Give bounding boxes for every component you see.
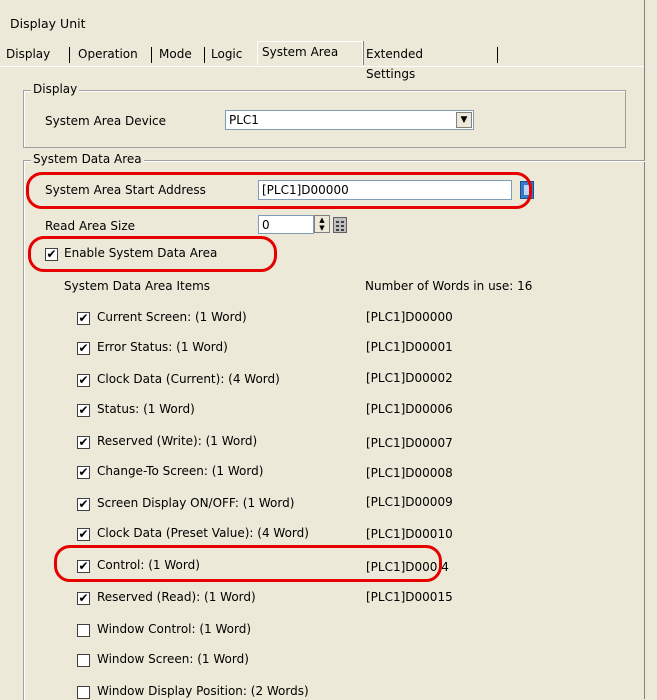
calculator-icon[interactable] [333, 217, 347, 233]
item-label: Reserved (Read): (1 Word) [97, 590, 256, 604]
item-checkbox-screen-display[interactable]: ✔ [77, 498, 90, 511]
read-area-size-input[interactable]: 0 [258, 215, 314, 234]
tab-logic[interactable]: Logic [207, 44, 246, 64]
tab-panel-top-edge [0, 66, 644, 67]
item-checkbox-window-display-position[interactable] [77, 686, 90, 699]
system-area-device-label: System Area Device [45, 114, 167, 128]
item-checkbox-control[interactable]: ✔ [77, 560, 90, 573]
item-address: [PLC1]D00008 [366, 466, 453, 480]
item-label: Window Screen: (1 Word) [97, 652, 249, 666]
tab-separator [151, 47, 152, 63]
item-checkbox-clock-data-preset[interactable]: ✔ [77, 528, 90, 541]
item-checkbox-clock-data-current[interactable]: ✔ [77, 374, 90, 387]
item-label: Window Display Position: (2 Words) [97, 684, 309, 698]
item-checkbox-change-to-screen[interactable]: ✔ [77, 466, 90, 479]
read-area-size-spinner[interactable]: ▲ ▼ [314, 215, 330, 233]
item-address: [PLC1]D00010 [366, 527, 453, 541]
item-address: [PLC1]D00009 [366, 495, 453, 509]
item-address: [PLC1]D00007 [366, 436, 453, 450]
start-address-label: System Area Start Address [45, 183, 206, 197]
system-data-area-group [23, 160, 645, 700]
item-label: Clock Data (Preset Value): (4 Word) [97, 526, 309, 540]
address-browse-icon[interactable] [520, 181, 534, 199]
item-label: Current Screen: (1 Word) [97, 310, 247, 324]
item-checkbox-status[interactable]: ✔ [77, 404, 90, 417]
item-address: [PLC1]D000 4 [366, 560, 449, 574]
tab-mode[interactable]: Mode [155, 44, 196, 64]
item-address: [PLC1]D00001 [366, 340, 453, 354]
spin-down-icon[interactable]: ▼ [315, 224, 329, 232]
item-checkbox-error-status[interactable]: ✔ [77, 342, 90, 355]
tab-separator [204, 47, 205, 63]
item-checkbox-reserved-write[interactable]: ✔ [77, 436, 90, 449]
item-address: [PLC1]D00000 [366, 310, 453, 324]
item-address: [PLC1]D00002 [366, 371, 453, 385]
item-checkbox-window-control[interactable] [77, 624, 90, 637]
start-address-input[interactable]: [PLC1]D00000 [258, 180, 512, 200]
tab-display[interactable]: Display [2, 44, 54, 64]
read-area-size-label: Read Area Size [45, 219, 136, 233]
chevron-down-icon[interactable]: ▼ [456, 112, 472, 128]
spin-up-icon[interactable]: ▲ [315, 216, 329, 224]
item-label: Change-To Screen: (1 Word) [97, 464, 264, 478]
item-label: Screen Display ON/OFF: (1 Word) [97, 496, 295, 510]
item-label: Window Control: (1 Word) [97, 622, 252, 636]
window-title: Display Unit [10, 16, 86, 31]
system-data-area-legend: System Data Area [31, 152, 144, 166]
tab-extended-settings[interactable]: Extended Settings [362, 44, 427, 81]
display-group-legend: Display [31, 82, 80, 96]
words-in-use-label: Number of Words in use: 16 [365, 279, 533, 293]
item-label: Clock Data (Current): (4 Word) [97, 372, 280, 386]
tab-separator [497, 47, 498, 63]
item-label: Status: (1 Word) [97, 402, 195, 416]
item-label: Error Status: (1 Word) [97, 340, 228, 354]
item-checkbox-current-screen[interactable]: ✔ [77, 312, 90, 325]
tab-operation[interactable]: Operation [74, 44, 142, 64]
item-checkbox-window-screen[interactable] [77, 654, 90, 667]
item-address: [PLC1]D00015 [366, 590, 453, 604]
item-label: Control: (1 Word) [97, 558, 200, 572]
enable-system-data-area-checkbox[interactable]: ✔ [45, 248, 58, 261]
tab-system-area[interactable]: System Area [257, 41, 363, 65]
item-address: [PLC1]D00006 [366, 402, 453, 416]
item-label: Reserved (Write): (1 Word) [97, 434, 258, 448]
system-data-area-items-header: System Data Area Items [64, 279, 211, 293]
system-area-device-select[interactable]: PLC1 ▼ [225, 110, 474, 130]
system-area-device-value: PLC1 [229, 113, 259, 127]
tab-separator [69, 47, 70, 63]
enable-system-data-area-label: Enable System Data Area [64, 246, 218, 260]
item-checkbox-reserved-read[interactable]: ✔ [77, 592, 90, 605]
